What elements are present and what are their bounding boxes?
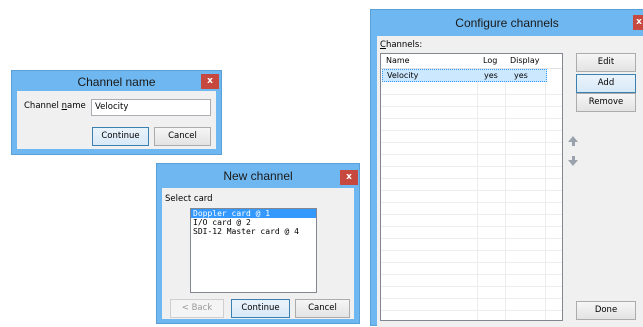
channel-name-label-pre: Channel [24,101,62,111]
channel-name-title: Channel name [77,75,156,89]
grid-line [381,214,562,215]
grid-line [381,166,562,167]
grid-line [381,130,562,131]
column-header-log[interactable]: Log [483,54,497,68]
channel-name-input[interactable]: Velocity [91,99,211,116]
arrow-down-icon[interactable] [568,156,578,166]
grid-line [381,298,562,299]
table-header: Name Log Display [381,54,562,69]
column-header-name[interactable]: Name [386,54,410,68]
grid-line [381,262,562,263]
grid-line [381,178,562,179]
grid-line [381,190,562,191]
back-button[interactable]: < Back [170,299,224,318]
arrow-up-stem [571,142,575,146]
grid-line [381,142,562,143]
grid-line [381,154,562,155]
list-item[interactable]: Doppler card @ 1 [191,209,316,218]
cell-display: yes [514,71,528,80]
grid-line [381,106,562,107]
channels-label: Channels: [380,40,422,50]
card-list[interactable]: Doppler card @ 1 I/O card @ 2 SDI-12 Mas… [190,208,317,293]
new-channel-dialog: New channel x Select card Doppler card @… [156,163,360,324]
configure-channels-title: Configure channels [455,16,559,30]
arrow-down-head [568,160,578,166]
channel-name-label-post: ame [67,101,86,111]
close-icon[interactable]: x [201,74,219,89]
grid-line [381,226,562,227]
grid-line [381,94,562,95]
grid-line [381,310,562,311]
cell-name: Velocity [387,71,419,80]
channels-label-rest: hannels: [385,40,423,50]
configure-channels-client: Channels: Name Log Display Velocity yes … [377,36,643,327]
channel-name-dialog: Channel name x Channel name Velocity Con… [11,70,222,155]
close-icon[interactable]: x [633,15,643,30]
cancel-button[interactable]: Cancel [154,127,211,146]
cancel-button[interactable]: Cancel [295,299,350,318]
channels-table[interactable]: Name Log Display Velocity yes yes [380,53,563,321]
grid-line [381,286,562,287]
column-header-display[interactable]: Display [510,54,540,68]
grid-line [381,118,562,119]
continue-button[interactable]: Continue [92,127,149,146]
grid-line [381,250,562,251]
continue-button[interactable]: Continue [231,299,290,318]
grid-line [381,238,562,239]
channel-name-label: Channel name [24,101,86,111]
table-row[interactable]: Velocity yes yes [382,69,547,82]
select-card-label: Select card [165,194,213,204]
done-button[interactable]: Done [576,301,636,320]
channel-name-client: Channel name Velocity Continue Cancel [17,91,216,149]
list-item[interactable]: I/O card @ 2 [191,218,316,227]
grid-line [381,202,562,203]
remove-button[interactable]: Remove [576,93,636,112]
new-channel-title: New channel [223,169,293,183]
close-icon[interactable]: x [340,170,358,185]
arrow-up-icon[interactable] [568,136,578,146]
cell-log: yes [484,71,498,80]
add-button[interactable]: Add [576,74,636,93]
configure-channels-dialog: Configure channels x Channels: Name Log … [370,9,643,327]
new-channel-client: Select card Doppler card @ 1 I/O card @ … [162,188,354,319]
list-item[interactable]: SDI-12 Master card @ 4 [191,227,316,236]
grid-line [381,274,562,275]
edit-button[interactable]: Edit [576,53,636,72]
